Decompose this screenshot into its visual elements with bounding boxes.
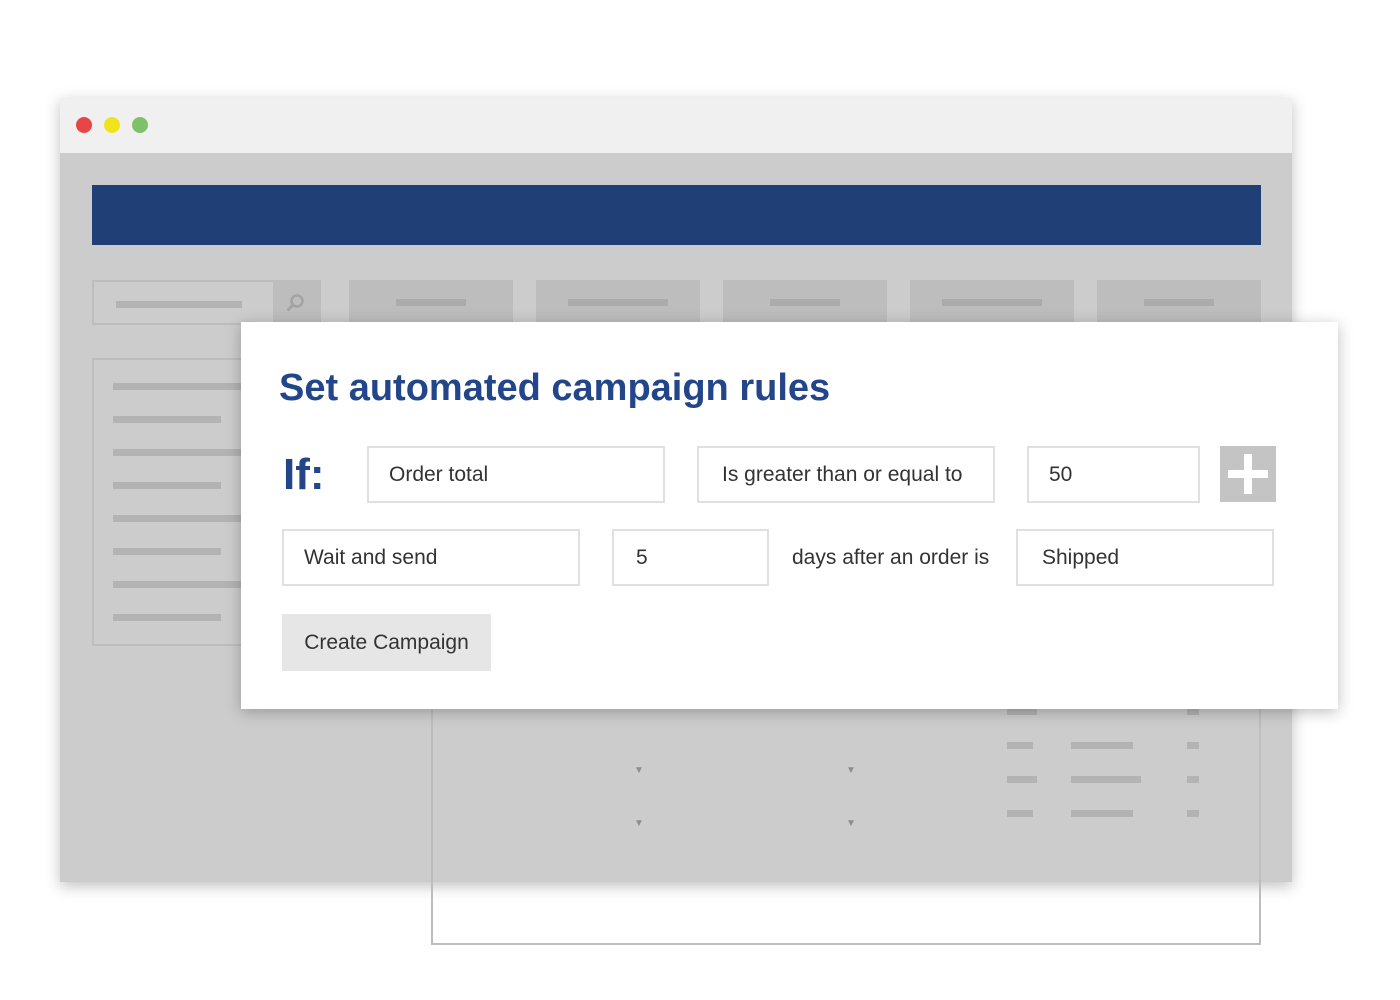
window-titlebar [60, 98, 1292, 153]
add-condition-button[interactable] [1220, 446, 1276, 502]
search-icon [287, 294, 304, 311]
condition-field-select[interactable]: Order total [367, 446, 665, 503]
chevron-down-icon[interactable]: ▼ [846, 766, 856, 776]
table-cell-bar [1187, 742, 1199, 749]
nav-tab-label-bar [1144, 299, 1214, 306]
sidebar-line [113, 581, 253, 588]
if-label: If: [283, 450, 325, 499]
sidebar-line [113, 449, 253, 456]
table-cell-bar [1187, 708, 1199, 715]
header-banner [92, 185, 1261, 245]
sidebar-line [113, 515, 253, 522]
sidebar-line [113, 383, 253, 390]
sidebar-line [113, 416, 221, 423]
minimize-window-button[interactable] [104, 117, 120, 133]
nav-tab[interactable] [349, 280, 513, 324]
table-cell-bar [1007, 810, 1033, 817]
sidebar-line [113, 614, 221, 621]
maximize-window-button[interactable] [132, 117, 148, 133]
sidebar-line [113, 482, 221, 489]
action-select[interactable]: Wait and send [282, 529, 580, 586]
nav-tab-label-bar [942, 299, 1042, 306]
close-window-button[interactable] [76, 117, 92, 133]
search-button[interactable] [273, 282, 319, 323]
table-cell-bar [1071, 810, 1133, 817]
nav-tab[interactable] [1097, 280, 1261, 324]
days-input[interactable]: 5 [612, 529, 769, 586]
plus-icon [1228, 454, 1268, 494]
nav-tab[interactable] [536, 280, 700, 324]
nav-tab-label-bar [396, 299, 466, 306]
sidebar-line [113, 548, 221, 555]
table-cell-bar [1007, 708, 1037, 715]
nav-tab-label-bar [770, 299, 840, 306]
search-placeholder-bar [116, 301, 242, 308]
dialog-title: Set automated campaign rules [279, 367, 831, 409]
chevron-down-icon[interactable]: ▼ [634, 819, 644, 829]
nav-tab[interactable] [723, 280, 887, 324]
chevron-down-icon[interactable]: ▼ [846, 819, 856, 829]
create-campaign-button[interactable]: Create Campaign [282, 614, 491, 671]
search-bar[interactable] [92, 280, 321, 325]
nav-tab-label-bar [568, 299, 668, 306]
table-cell-bar [1071, 776, 1141, 783]
table-cell-bar [1007, 776, 1037, 783]
campaign-rules-dialog: Set automated campaign rules If: Order t… [241, 322, 1338, 709]
condition-operator-select[interactable]: Is greater than or equal to [697, 446, 995, 503]
chevron-down-icon[interactable]: ▼ [634, 766, 644, 776]
nav-tab[interactable] [910, 280, 1074, 324]
table-cell-bar [1187, 776, 1199, 783]
table-cell-bar [1187, 810, 1199, 817]
table-cell-bar [1007, 742, 1033, 749]
condition-value-input[interactable]: 50 [1027, 446, 1200, 503]
days-after-label: days after an order is [792, 546, 990, 569]
order-status-select[interactable]: Shipped [1016, 529, 1274, 586]
table-cell-bar [1071, 742, 1133, 749]
